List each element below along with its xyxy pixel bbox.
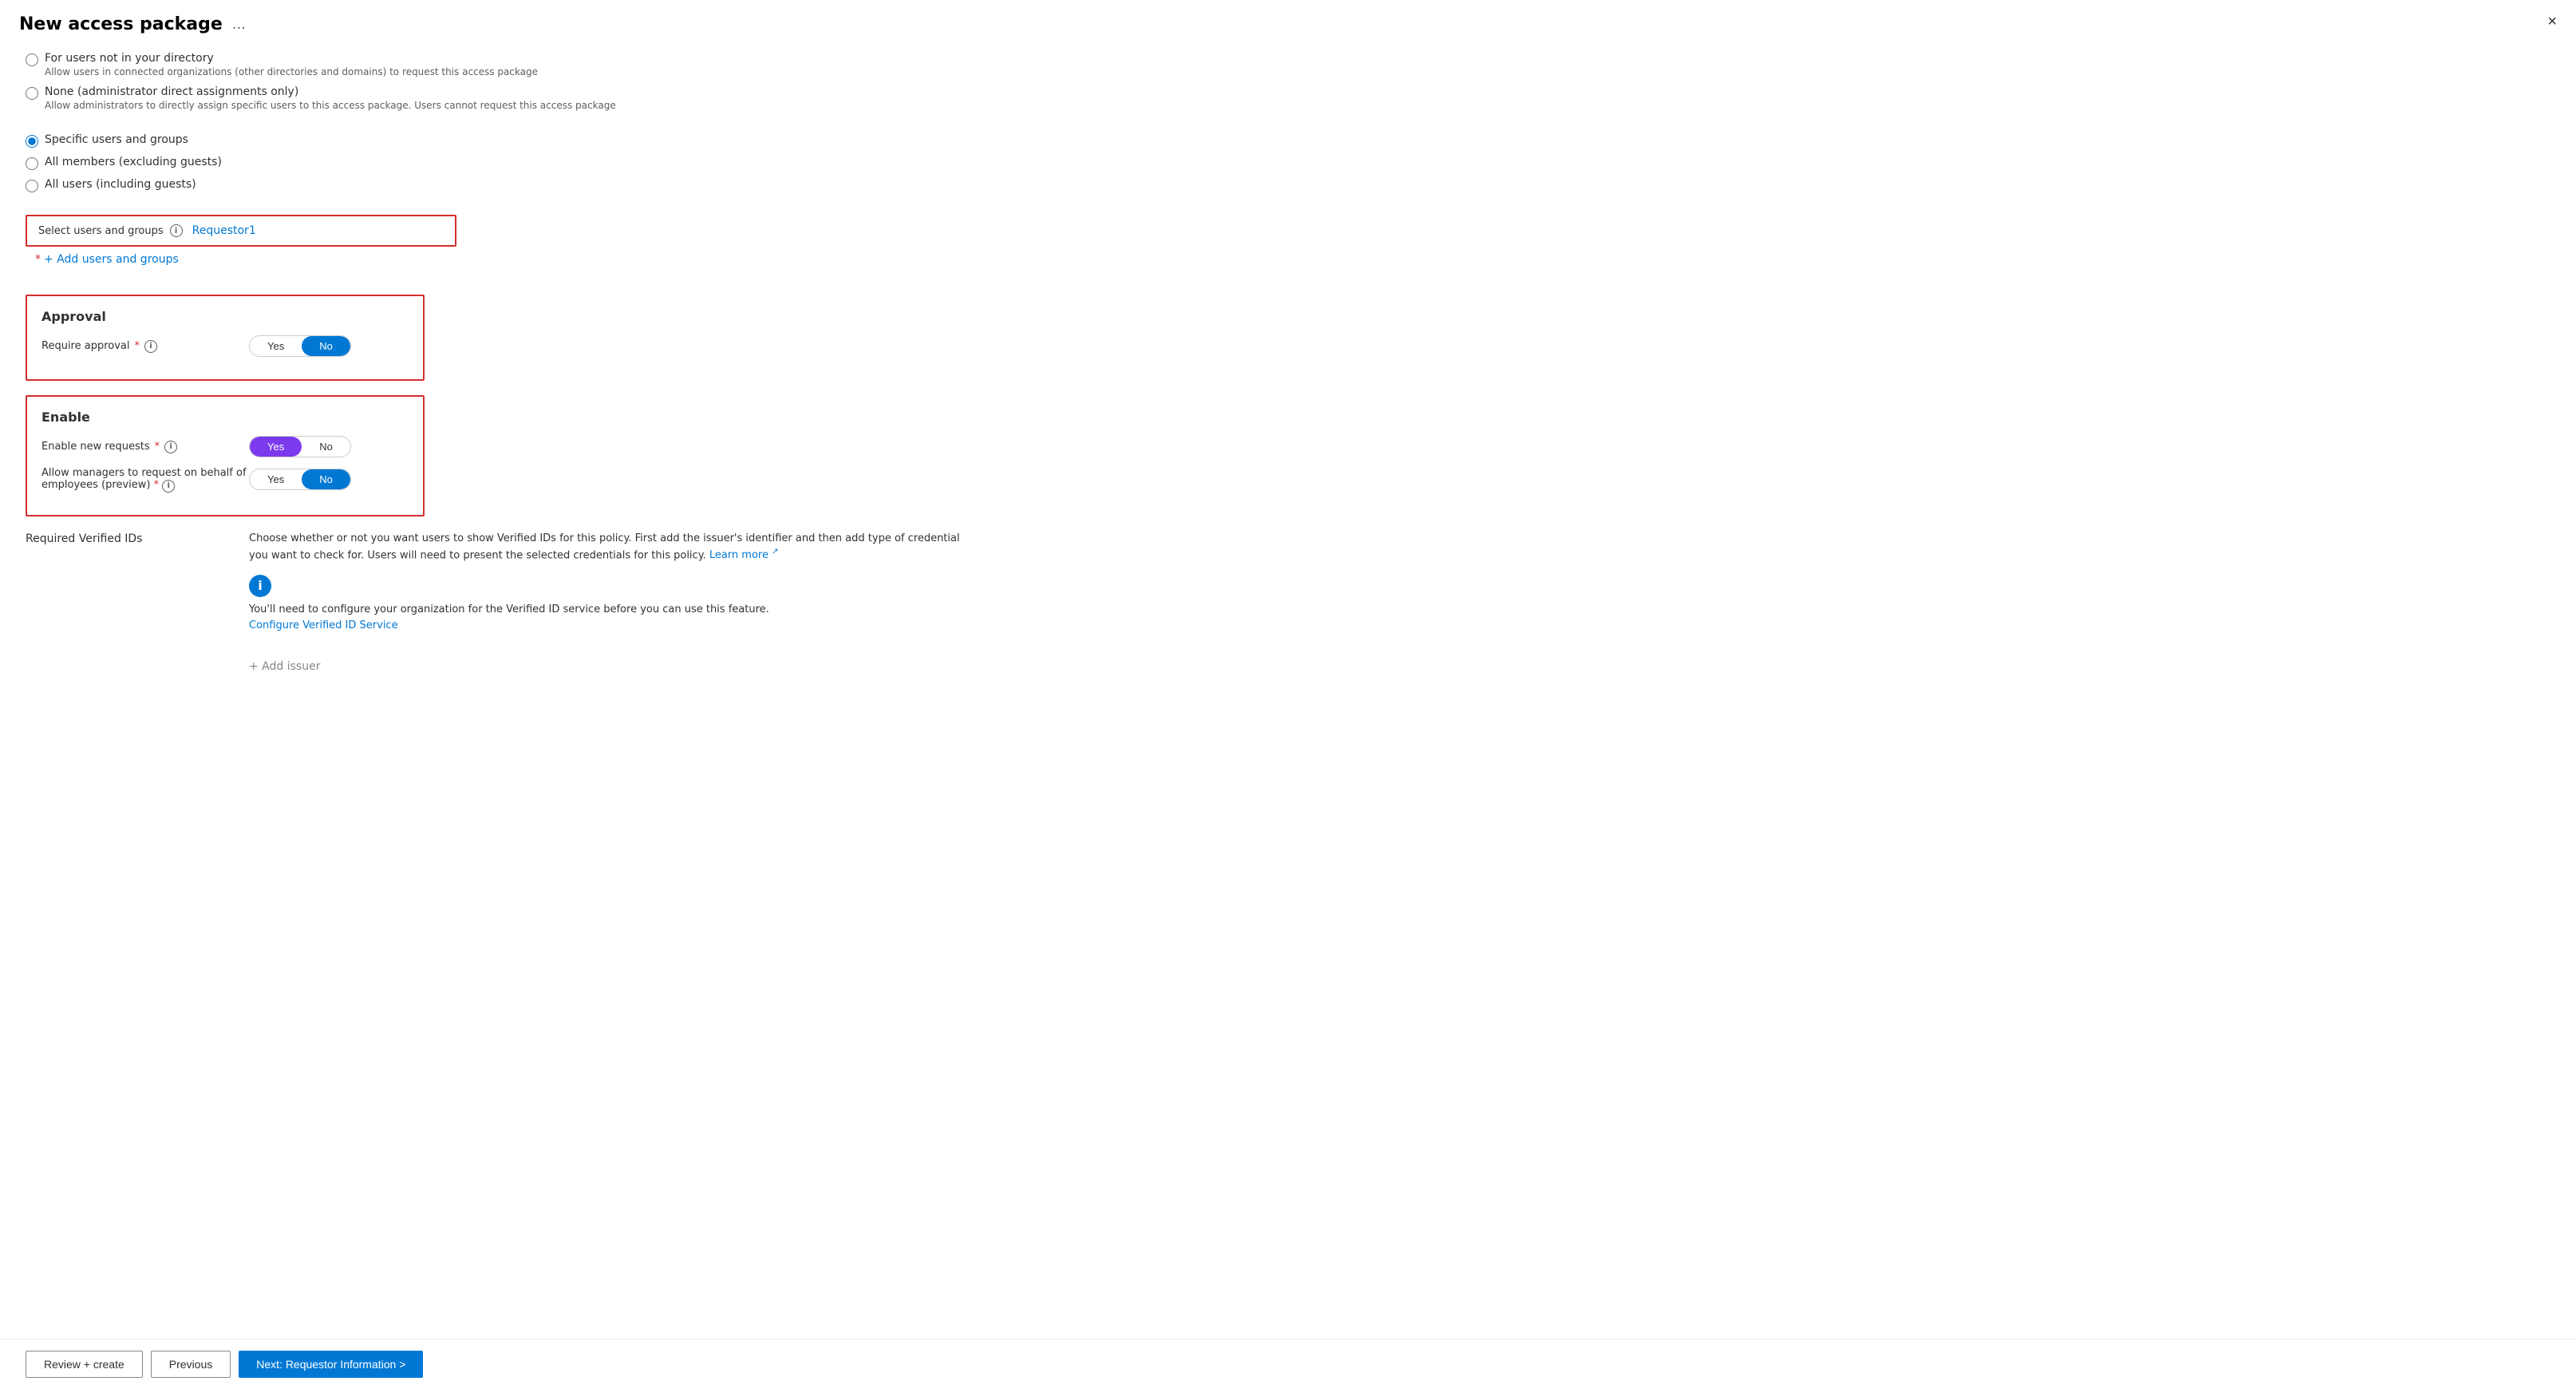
dialog-title: New access package <box>19 14 223 34</box>
allow-managers-label: Allow managers to request on behalf of e… <box>41 467 249 493</box>
add-users-row: * + Add users and groups <box>29 253 2550 266</box>
radio-not-in-dir-desc: Allow users in connected organizations (… <box>45 66 538 77</box>
approval-section: Approval Require approval * i Yes No <box>26 295 425 381</box>
dialog-body: For users not in your directory Allow us… <box>0 42 2576 737</box>
allow-managers-toggle: Yes No <box>249 469 351 490</box>
scope-radio-options: Specific users and groups All members (e… <box>26 133 2550 192</box>
radio-specific-label: Specific users and groups <box>45 133 188 146</box>
approval-toggle: Yes No <box>249 335 351 357</box>
radio-none[interactable] <box>26 87 38 100</box>
enable-title: Enable <box>41 410 409 425</box>
top-radio-options: For users not in your directory Allow us… <box>26 52 2550 111</box>
enable-new-requests-row: Enable new requests * i Yes No <box>41 436 409 457</box>
select-users-label: Select users and groups <box>38 225 164 237</box>
rvid-learn-more-link[interactable]: Learn more ↗ <box>709 549 779 561</box>
enable-section: Enable Enable new requests * i Yes No Al… <box>26 395 425 516</box>
dialog-footer: Review + create Previous Next: Requestor… <box>0 1339 2576 1389</box>
radio-specific-input[interactable] <box>26 135 38 148</box>
radio-not-in-dir-label: For users not in your directory <box>45 52 538 65</box>
allow-managers-row: Allow managers to request on behalf of e… <box>41 467 409 493</box>
enable-new-requests-toggle: Yes No <box>249 436 351 457</box>
review-create-button[interactable]: Review + create <box>26 1351 143 1378</box>
require-approval-info[interactable]: i <box>144 340 157 353</box>
add-users-link[interactable]: * + Add users and groups <box>35 253 179 266</box>
radio-all-members-label: All members (excluding guests) <box>45 156 222 168</box>
rvid-label: Required Verified IDs <box>26 531 249 673</box>
dialog-more-options[interactable]: ... <box>232 16 246 33</box>
radio-specific-users: Specific users and groups <box>26 133 2550 148</box>
rvid-warning-text: You'll need to configure your organizati… <box>249 603 2550 615</box>
radio-all-members: All members (excluding guests) <box>26 156 2550 170</box>
new-access-package-dialog: New access package ... × For users not i… <box>0 0 2576 1389</box>
radio-all-users: All users (including guests) <box>26 178 2550 192</box>
dialog-header: New access package ... × <box>0 0 2576 42</box>
requestor-link[interactable]: Requestor1 <box>192 224 256 237</box>
radio-all-users-input[interactable] <box>26 180 38 192</box>
require-approval-label: Require approval * i <box>41 340 249 353</box>
approval-title: Approval <box>41 309 409 324</box>
approval-no-btn[interactable]: No <box>302 336 350 356</box>
radio-none-desc: Allow administrators to directly assign … <box>45 100 616 111</box>
approval-yes-btn[interactable]: Yes <box>250 336 302 356</box>
rvid-desc: Choose whether or not you want users to … <box>249 531 967 564</box>
add-users-text: + Add users and groups <box>44 253 179 266</box>
next-button[interactable]: Next: Requestor Information > <box>239 1351 423 1378</box>
require-approval-row: Require approval * i Yes No <box>41 335 409 357</box>
rvid-content: Choose whether or not you want users to … <box>249 531 2550 673</box>
previous-button[interactable]: Previous <box>151 1351 231 1378</box>
radio-not-in-dir[interactable] <box>26 53 38 66</box>
rvid-info-circle: i <box>249 575 271 597</box>
managers-no-btn[interactable]: No <box>302 469 350 489</box>
configure-verified-id-link[interactable]: Configure Verified ID Service <box>249 619 398 631</box>
add-users-asterisk: * <box>35 253 41 266</box>
managers-yes-btn[interactable]: Yes <box>250 469 302 489</box>
close-button[interactable]: × <box>2547 13 2557 31</box>
radio-all-users-label: All users (including guests) <box>45 178 196 191</box>
enable-no-btn[interactable]: No <box>302 437 350 457</box>
radio-all-members-input[interactable] <box>26 157 38 170</box>
select-users-box: Select users and groups i Requestor1 <box>26 215 456 247</box>
radio-option-none: None (administrator direct assignments o… <box>26 85 2550 111</box>
require-approval-asterisk: * <box>135 340 140 352</box>
add-issuer-btn[interactable]: + Add issuer <box>249 660 320 673</box>
select-users-info-icon[interactable]: i <box>170 224 183 237</box>
enable-new-requests-asterisk: * <box>155 441 160 453</box>
enable-new-requests-info[interactable]: i <box>164 441 177 453</box>
radio-none-label: None (administrator direct assignments o… <box>45 85 616 98</box>
required-verified-ids-section: Required Verified IDs Choose whether or … <box>26 531 2550 673</box>
allow-managers-info[interactable]: i <box>162 480 175 493</box>
enable-new-requests-label: Enable new requests * i <box>41 441 249 453</box>
enable-yes-btn[interactable]: Yes <box>250 437 302 457</box>
radio-option-not-in-dir: For users not in your directory Allow us… <box>26 52 2550 77</box>
